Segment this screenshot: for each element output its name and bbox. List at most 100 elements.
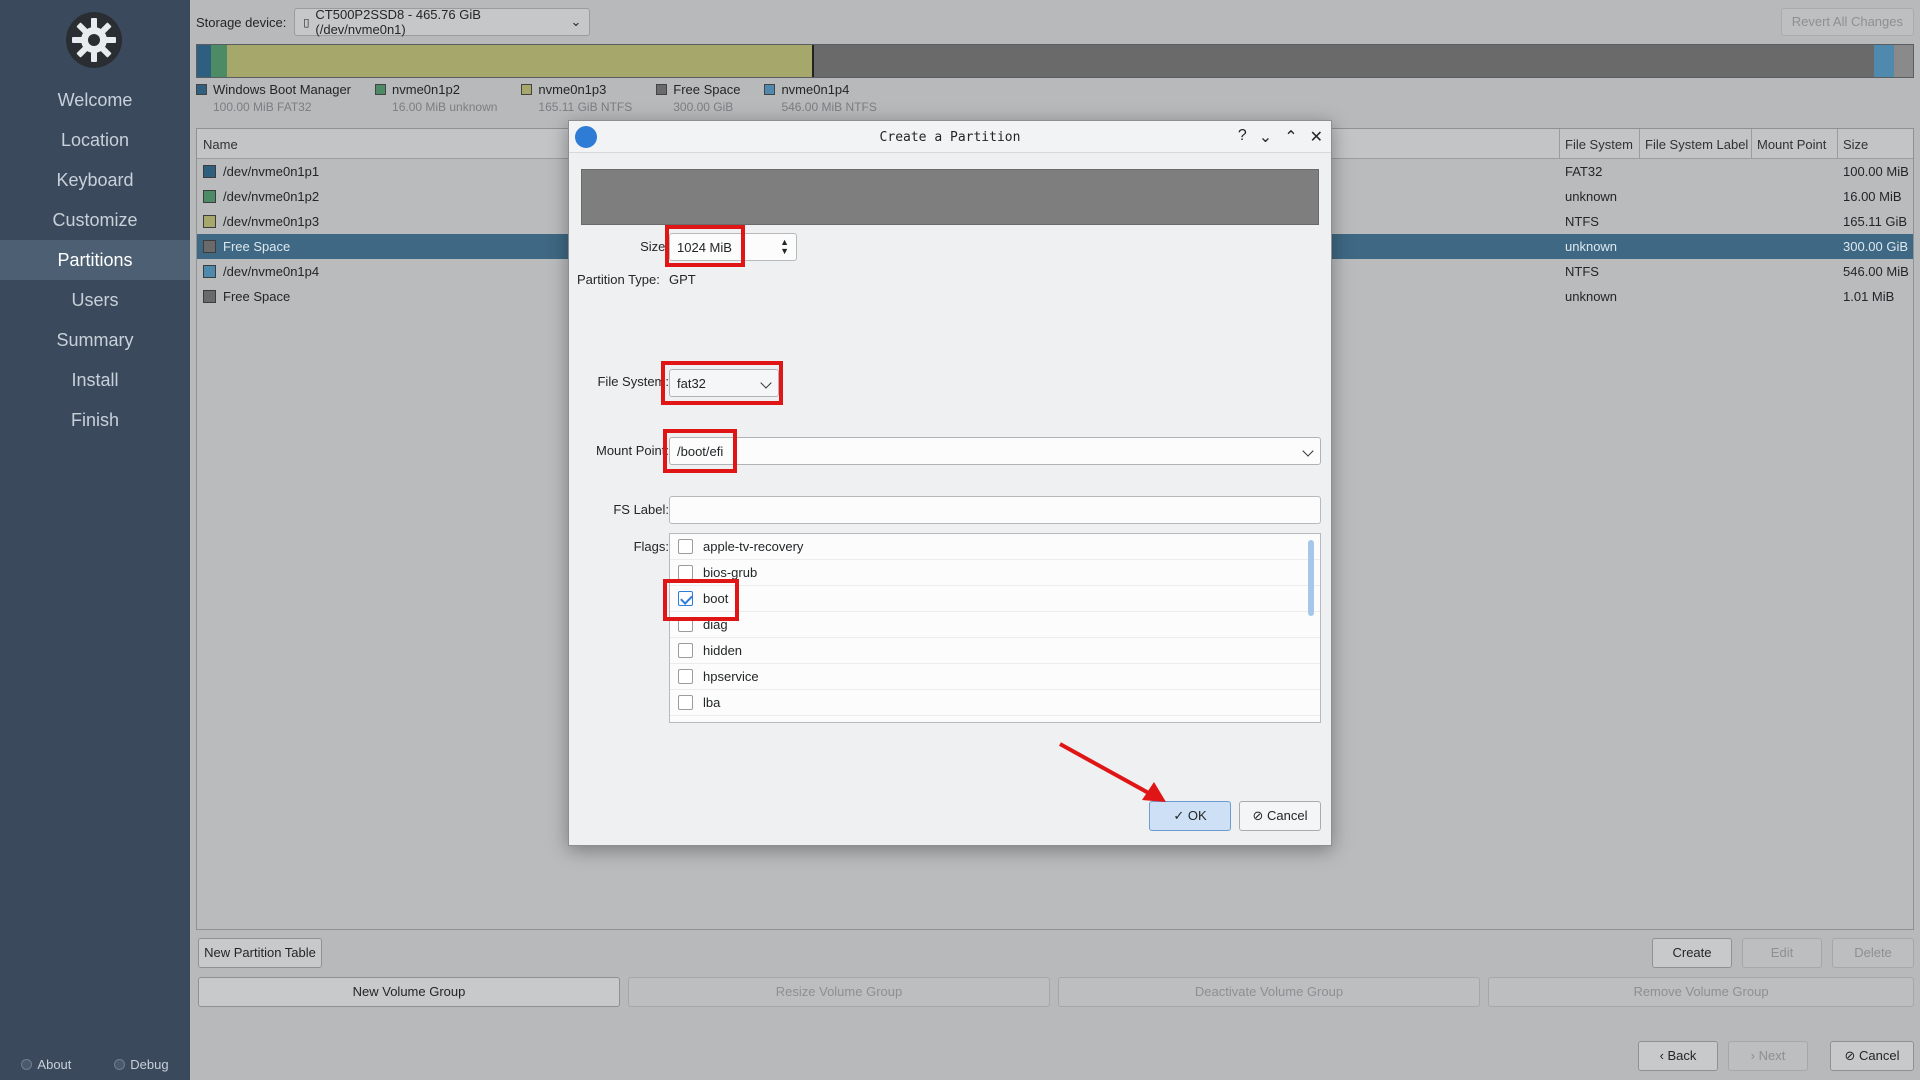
flag-item[interactable]: bios-grub <box>670 560 1320 586</box>
legend-item: nvme0n1p3 165.11 GiB NTFS <box>521 82 632 114</box>
partition-color-swatch <box>203 190 216 203</box>
flag-name: bios-grub <box>703 565 758 580</box>
legend-detail: 16.00 MiB unknown <box>392 100 498 114</box>
edit-button[interactable]: Edit <box>1742 938 1822 968</box>
row-name: Free Space <box>223 289 291 304</box>
legend-item: nvme0n1p4 546.00 MiB NTFS <box>764 82 877 114</box>
sidebar: Welcome Location Keyboard Customize Part… <box>0 0 190 1080</box>
sidebar-item-users[interactable]: Users <box>0 280 190 320</box>
disk-segment-p2 <box>211 45 227 77</box>
deactivate-volume-group-button[interactable]: Deactivate Volume Group <box>1058 977 1480 1007</box>
minimize-icon[interactable]: ⌄ <box>1259 127 1272 147</box>
mount-point-label: Mount Point: <box>596 443 669 458</box>
flags-scrollbar[interactable] <box>1308 540 1314 616</box>
flag-item[interactable]: lba <box>670 690 1320 716</box>
column-header-file-system[interactable]: File System <box>1565 137 1633 152</box>
next-button[interactable]: › Next <box>1728 1041 1808 1071</box>
column-header-mount-point[interactable]: Mount Point <box>1757 137 1826 152</box>
chevron-down-icon <box>760 377 772 389</box>
column-header-size[interactable]: Size <box>1843 137 1868 152</box>
fs-label-input[interactable] <box>669 496 1321 524</box>
maximize-icon[interactable]: ⌃ <box>1284 127 1297 147</box>
sidebar-item-welcome[interactable]: Welcome <box>0 80 190 120</box>
flag-item[interactable]: diag <box>670 612 1320 638</box>
checkbox-checked[interactable] <box>678 591 693 606</box>
next-label: Next <box>1758 1048 1786 1063</box>
column-header-fs-label[interactable]: File System Label <box>1645 137 1748 152</box>
row-name: Free Space <box>223 239 291 254</box>
sidebar-item-install[interactable]: Install <box>0 360 190 400</box>
checkbox[interactable] <box>678 669 693 684</box>
flag-item[interactable]: hpservice <box>670 664 1320 690</box>
file-system-label: File System: <box>597 374 669 389</box>
flags-label: Flags: <box>633 539 669 554</box>
dialog-titlebar: Create a Partition ? ⌄ ⌃ ✕ <box>569 121 1331 153</box>
new-partition-table-button[interactable]: New Partition Table <box>198 938 322 968</box>
row-name: /dev/nvme0n1p4 <box>223 264 320 279</box>
sidebar-item-partitions[interactable]: Partitions <box>0 240 190 280</box>
debug-label: Debug <box>130 1057 169 1072</box>
partition-color-swatch <box>203 265 216 278</box>
about-label: About <box>37 1057 72 1072</box>
checkbox[interactable] <box>678 565 693 580</box>
legend-swatch <box>375 84 387 95</box>
size-spinbox[interactable]: 1024 MiB ▲ ▼ <box>669 233 797 261</box>
disk-usage-bar <box>196 44 1914 78</box>
checkbox[interactable] <box>678 539 693 554</box>
check-icon: ✓ <box>1173 808 1188 823</box>
chevron-right-icon: › <box>1750 1048 1759 1063</box>
partition-preview-bar <box>581 169 1319 225</box>
checkbox[interactable] <box>678 695 693 710</box>
disk-segment-p3 <box>227 45 812 77</box>
sidebar-item-location[interactable]: Location <box>0 120 190 160</box>
dialog-title: Create a Partition <box>879 130 1021 145</box>
create-partition-dialog: Create a Partition ? ⌄ ⌃ ✕ Size: 1024 Mi… <box>568 120 1332 846</box>
chevron-down-icon <box>1302 445 1314 457</box>
legend-name: nvme0n1p2 <box>392 82 460 97</box>
row-size: 165.11 GiB <box>1843 214 1908 229</box>
checkbox[interactable] <box>678 643 693 658</box>
legend-swatch <box>521 84 533 95</box>
back-button[interactable]: ‹ Back <box>1638 1041 1718 1071</box>
file-system-value: fat32 <box>677 375 706 391</box>
row-size: 300.00 GiB <box>1843 239 1909 254</box>
debug-button[interactable]: Debug <box>114 1057 169 1072</box>
legend-swatch <box>656 84 668 95</box>
storage-device-select[interactable]: ▯ CT500P2SSD8 - 465.76 GiB (/dev/nvme0n1… <box>294 7 591 37</box>
help-icon[interactable]: ? <box>1238 127 1247 147</box>
flag-item[interactable]: hidden <box>670 638 1320 664</box>
sidebar-item-summary[interactable]: Summary <box>0 320 190 360</box>
file-system-combo[interactable]: fat32 <box>669 369 779 397</box>
mount-point-combo[interactable]: /boot/efi <box>669 437 1321 465</box>
fs-label-label: FS Label: <box>613 502 669 517</box>
flag-name: hpservice <box>703 669 759 684</box>
partition-color-swatch <box>203 215 216 228</box>
about-button[interactable]: About <box>21 1057 71 1072</box>
ok-button[interactable]: ✓ OK <box>1149 801 1231 831</box>
disk-segment-free-end <box>1894 45 1913 77</box>
cancel-install-button[interactable]: ⊘ Cancel <box>1830 1041 1914 1071</box>
create-button[interactable]: Create <box>1652 938 1732 968</box>
flag-item[interactable]: apple-tv-recovery <box>670 534 1320 560</box>
new-volume-group-button[interactable]: New Volume Group <box>198 977 620 1007</box>
cancel-label: Cancel <box>1859 1048 1900 1063</box>
spin-arrows-icon[interactable]: ▲ ▼ <box>780 238 789 256</box>
delete-button[interactable]: Delete <box>1832 938 1914 968</box>
sidebar-item-keyboard[interactable]: Keyboard <box>0 160 190 200</box>
column-header-name[interactable]: Name <box>203 137 238 152</box>
row-fs: unknown <box>1565 289 1618 304</box>
legend-detail: 300.00 GiB <box>673 100 734 114</box>
partition-type-value: GPT <box>669 272 696 287</box>
dialog-cancel-button[interactable]: ⊘ Cancel <box>1239 801 1321 831</box>
remove-volume-group-button[interactable]: Remove Volume Group <box>1488 977 1914 1007</box>
flag-item-boot[interactable]: boot <box>670 586 1320 612</box>
close-icon[interactable]: ✕ <box>1310 127 1323 147</box>
flags-list[interactable]: apple-tv-recovery bios-grub boot diag hi… <box>669 533 1321 723</box>
sidebar-item-customize[interactable]: Customize <box>0 200 190 240</box>
legend-detail: 546.00 MiB NTFS <box>781 100 877 114</box>
revert-all-changes-button[interactable]: Revert All Changes <box>1780 8 1914 36</box>
sidebar-item-finish[interactable]: Finish <box>0 400 190 440</box>
partition-color-swatch <box>203 240 216 253</box>
checkbox[interactable] <box>678 617 693 632</box>
resize-volume-group-button[interactable]: Resize Volume Group <box>628 977 1050 1007</box>
